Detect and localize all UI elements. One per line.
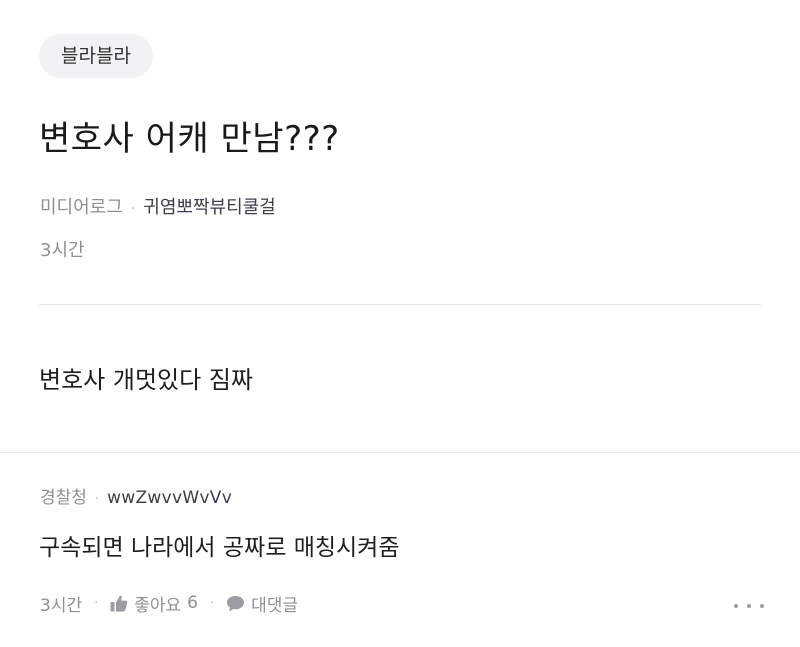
action-separator: · — [94, 595, 99, 611]
reply-button[interactable]: 대댓글 — [226, 591, 298, 616]
post-author-nickname[interactable]: 귀염뽀짝뷰티쿨걸 — [143, 197, 275, 218]
like-button[interactable]: 좋아요 6 — [110, 591, 198, 616]
comment-timestamp: 3시간 — [40, 595, 83, 616]
post-author-company[interactable]: 미디어로그 — [40, 197, 123, 218]
post-timestamp: 3시간 — [40, 240, 85, 261]
more-options-button[interactable] — [734, 596, 764, 616]
thumbs-up-icon — [110, 595, 128, 611]
speech-bubble-icon — [227, 595, 245, 611]
post-body: 변호사 개멋있다 짐짜 — [39, 366, 253, 394]
comments-divider — [0, 452, 800, 453]
comment-author-company[interactable]: 경찰청 — [40, 488, 87, 508]
post-header-divider — [39, 304, 761, 305]
reply-label: 대댓글 — [251, 595, 299, 616]
like-count: 6 — [187, 593, 198, 613]
meta-separator: · — [130, 201, 136, 217]
meta-separator: · — [94, 492, 100, 507]
like-label: 좋아요 — [134, 595, 182, 616]
comment-author-nickname[interactable]: wwZwvvWvVv — [107, 488, 232, 508]
comment-meta: 경찰청 · wwZwvvWvVv — [40, 484, 232, 514]
comment-actions: 3시간 · 좋아요 6 · 대댓글 — [40, 588, 298, 618]
comment-text: 구속되면 나라에서 공짜로 매칭시켜줌 — [39, 535, 400, 561]
action-separator: · — [210, 595, 215, 611]
post-detail-page: 블라블라 변호사 어캐 만남??? 미디어로그 · 귀염뽀짝뷰티쿨걸 3시간 변호사… — [0, 0, 800, 647]
post-title: 변호사 어캐 만남??? — [39, 119, 340, 159]
category-chip[interactable]: 블라블라 — [39, 34, 153, 78]
more-dots-icon — [734, 604, 738, 608]
post-meta: 미디어로그 · 귀염뽀짝뷰티쿨걸 — [40, 193, 276, 224]
